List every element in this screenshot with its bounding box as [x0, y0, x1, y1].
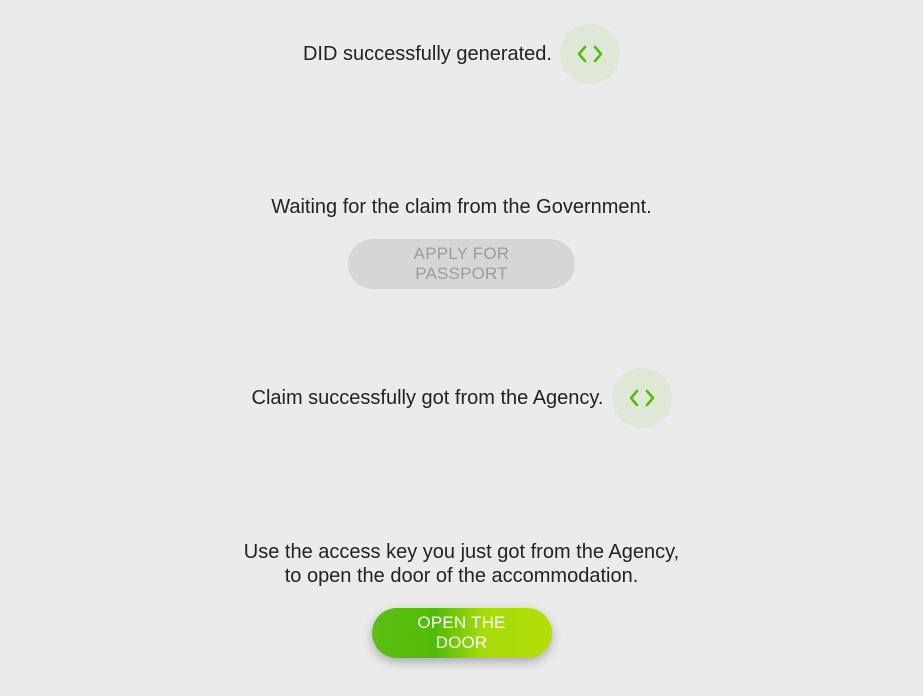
view-did-code-button[interactable] [560, 24, 620, 84]
view-agency-claim-code-button[interactable] [611, 368, 672, 428]
door-instructions-line2: to open the door of the accommodation. [284, 565, 639, 587]
page: DID successfully generated. Waiting for … [0, 0, 923, 696]
did-status-text: DID successfully generated. [302, 43, 552, 65]
agency-status-row: Claim successfully got from the Agency. [0, 368, 923, 428]
open-the-door-button[interactable]: OPEN THE DOOR [371, 608, 552, 658]
government-status-text: Waiting for the claim from the Governmen… [271, 196, 652, 218]
did-status-row: DID successfully generated. [0, 24, 923, 84]
apply-passport-row: APPLY FOR PASSPORT [0, 239, 923, 289]
door-instructions-row: Use the access key you just got from the… [0, 540, 923, 588]
code-icon [629, 389, 654, 407]
code-icon [577, 45, 603, 63]
apply-for-passport-button[interactable]: APPLY FOR PASSPORT [348, 239, 575, 289]
door-instructions-line1: Use the access key you just got from the… [243, 541, 680, 563]
door-instructions: Use the access key you just got from the… [244, 540, 679, 588]
government-status-row: Waiting for the claim from the Governmen… [0, 195, 923, 219]
agency-status-text: Claim successfully got from the Agency. [251, 387, 604, 409]
open-door-row: OPEN THE DOOR [0, 608, 923, 658]
